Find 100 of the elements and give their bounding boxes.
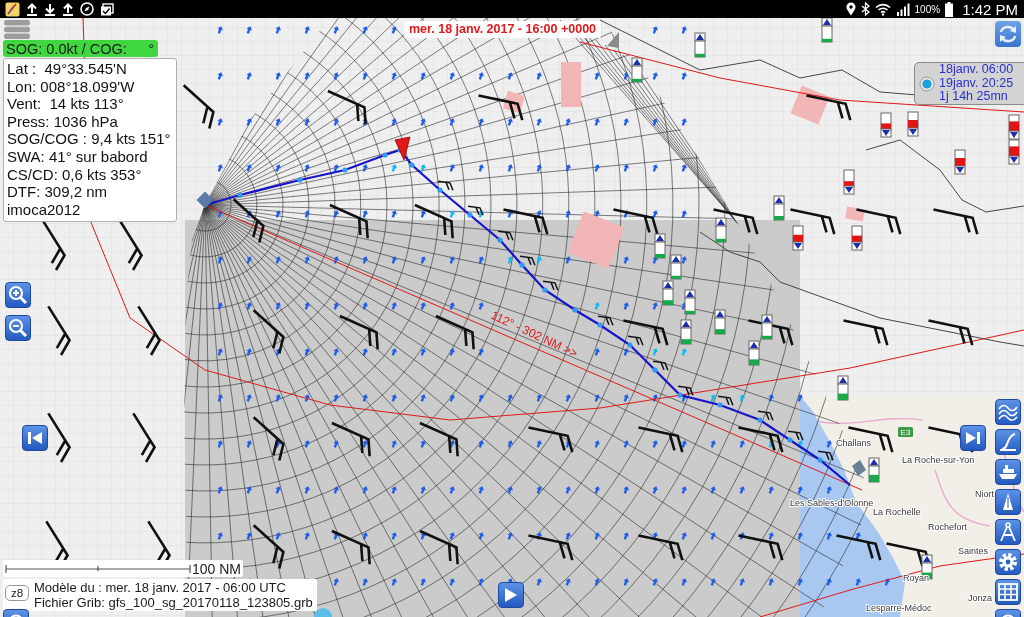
- current-arrow-icon: [536, 72, 542, 80]
- wind-barb-icon: [747, 319, 794, 347]
- current-arrow-icon: [652, 164, 658, 172]
- boat-button[interactable]: [995, 459, 1021, 485]
- wind-barb-icon: [712, 208, 759, 236]
- battery-percent: 100%: [914, 3, 941, 15]
- notes-app-icon[interactable]: [5, 1, 20, 17]
- zoom-out-button[interactable]: [5, 315, 31, 341]
- wind-barb-icon: [757, 410, 774, 422]
- current-arrow-icon: [304, 164, 310, 172]
- play-button[interactable]: [498, 582, 524, 608]
- grid-icon: [998, 583, 1018, 601]
- duration-text: 1j 14h 25mn: [939, 90, 1009, 104]
- curve-icon: [998, 432, 1018, 452]
- current-arrow-icon: [565, 118, 571, 126]
- current-arrow-icon: [391, 394, 397, 402]
- current-arrow-icon: [304, 486, 310, 494]
- next-step-button[interactable]: [960, 425, 986, 451]
- current-arrow-icon: [333, 26, 339, 34]
- place-label: Niort: [975, 489, 994, 499]
- current-arrow-icon: [449, 164, 455, 172]
- current-arrow-icon: [478, 210, 484, 218]
- scale-ruler-icon: [5, 564, 191, 573]
- wind-barb-icon: [434, 314, 475, 351]
- current-arrow-icon: [681, 164, 687, 172]
- wind-barb-icon: [817, 450, 834, 462]
- wave-layer-button[interactable]: [995, 399, 1021, 425]
- current-arrow-icon: [623, 440, 629, 448]
- current-arrow-icon: [768, 486, 774, 494]
- current-arrow-icon: [652, 578, 658, 586]
- current-arrow-icon: [391, 118, 397, 126]
- wind-barb-icon: [413, 203, 454, 240]
- wind-barb-icon: [927, 319, 974, 347]
- current-arrow-icon: [594, 72, 600, 80]
- current-arrow-icon: [217, 210, 223, 218]
- current-arrow-icon: [652, 532, 658, 540]
- previous-step-button[interactable]: [22, 425, 48, 451]
- current-arrow-icon: [246, 210, 252, 218]
- wind-barb-icon: [932, 208, 979, 236]
- triangle-icon[interactable]: [607, 32, 619, 48]
- current-arrow-icon: [623, 210, 629, 218]
- table-button[interactable]: [995, 579, 1021, 605]
- current-arrow-icon: [275, 440, 281, 448]
- place-label: Les Sables-d'Olonne: [790, 498, 874, 508]
- current-arrow-icon: [420, 348, 426, 356]
- current-arrow-icon: [333, 532, 339, 540]
- current-arrow-icon: [507, 394, 513, 402]
- sailboat-button[interactable]: [995, 489, 1021, 515]
- place-label: Jonza: [968, 593, 993, 603]
- info-line: CS/CD: 0,6 kts 353°: [7, 165, 143, 184]
- current-arrow-icon: [304, 440, 310, 448]
- destination-marker-icon: [852, 460, 866, 476]
- current-arrow-icon: [304, 210, 310, 218]
- current-arrow-icon: [623, 486, 629, 494]
- current-arrow-icon: [739, 578, 745, 586]
- zone-area: [561, 62, 581, 107]
- wind-barb-icon: [252, 524, 285, 570]
- current-arrow-icon: [449, 118, 455, 126]
- current-arrow-icon: [478, 578, 484, 586]
- polar-curve-button[interactable]: [995, 429, 1021, 455]
- current-arrow-icon: [536, 118, 542, 126]
- wind-barb-icon: [42, 220, 67, 272]
- current-arrow-icon: [449, 256, 455, 264]
- current-arrow-icon: [362, 72, 368, 80]
- sync-button[interactable]: [995, 21, 1021, 47]
- current-arrow-icon: [333, 348, 339, 356]
- current-arrow-icon: [304, 26, 310, 34]
- current-arrow-icon: [333, 302, 339, 310]
- current-arrow-icon: [246, 164, 252, 172]
- current-arrow-icon: [507, 118, 513, 126]
- current-arrow-icon: [768, 578, 774, 586]
- current-arrow-icon: [217, 118, 223, 126]
- current-arrow-icon: [246, 72, 252, 80]
- current-arrow-icon: [478, 486, 484, 494]
- radio-icon[interactable]: [919, 75, 935, 92]
- current-arrow-icon: [246, 440, 252, 448]
- current-arrow-icon: [420, 486, 426, 494]
- current-arrow-icon: [826, 532, 832, 540]
- current-arrow-icon: [594, 394, 600, 402]
- current-arrow-icon: [275, 210, 281, 218]
- zoom-out-icon: [8, 318, 28, 338]
- wind-barb-icon: [637, 534, 684, 562]
- upload-icon: [62, 2, 74, 16]
- current-arrow-icon: [275, 302, 281, 310]
- current-arrow-icon: [623, 164, 629, 172]
- current-arrow-icon: [333, 486, 339, 494]
- wind-barb-icon: [835, 534, 882, 562]
- zone-area: [567, 211, 625, 269]
- dividers-button[interactable]: [995, 519, 1021, 545]
- current-arrow-icon: [855, 532, 861, 540]
- zoom-in-button[interactable]: [5, 282, 31, 308]
- current-arrow-icon: [304, 532, 310, 540]
- current-arrow-icon: [217, 256, 223, 264]
- current-arrow-icon: [217, 164, 223, 172]
- settings-button[interactable]: [995, 549, 1021, 575]
- current-arrow-icon: [362, 302, 368, 310]
- wind-barb-icon: [677, 385, 694, 397]
- start-time-text: 18janv. 06:00: [939, 63, 1014, 77]
- wind-barb-icon: [437, 180, 454, 192]
- current-arrow-icon: [333, 578, 339, 586]
